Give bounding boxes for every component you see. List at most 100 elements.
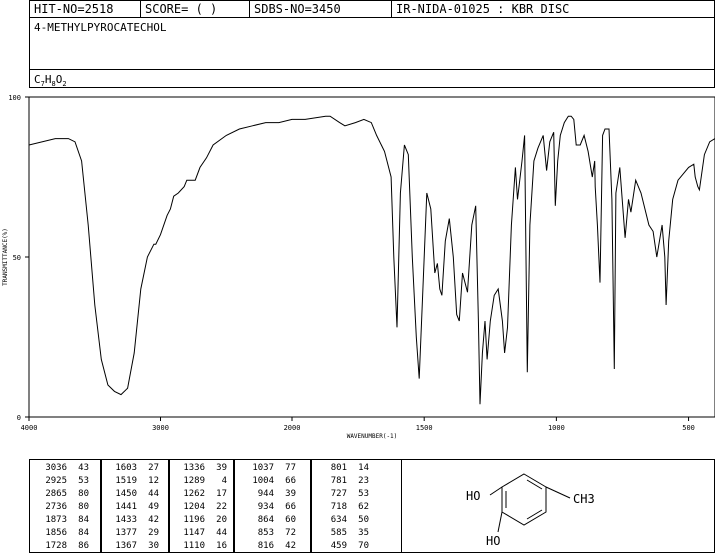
peak-row: 727 53 (317, 488, 369, 501)
peak-column-2: 1603 27 1519 12 1450 44 1441 49 1433 42 1377 29 1367… (107, 462, 159, 553)
peak-wavenumber: 1262 (183, 489, 205, 499)
peak-row: 1110 16 (175, 540, 227, 553)
methyl-label: CH3 (573, 492, 595, 506)
peak-row: 2865 80 (37, 488, 89, 501)
peak-row: 718 62 (317, 501, 369, 514)
peak-row: 585 35 (317, 527, 369, 540)
x-axis-label: WAVENUMBER(-1) (347, 433, 398, 440)
peak-row: 853 72 (244, 527, 296, 540)
peak-wavenumber: 459 (330, 541, 347, 551)
peak-column-4: 1037 77 1004 66 944 39 934 66 864 60 853 72 816 42 (244, 462, 296, 553)
methyl-bond (545, 486, 571, 499)
peak-transmittance: 43 (78, 463, 89, 473)
peak-transmittance: 77 (285, 463, 296, 473)
peak-row: 1433 42 (107, 514, 159, 527)
structure-drawing: HO HO CH3 (466, 473, 595, 548)
peak-transmittance: 70 (358, 541, 369, 551)
peak-row: 816 42 (244, 540, 296, 553)
peak-transmittance: 30 (148, 541, 159, 551)
peak-transmittance: 44 (216, 528, 227, 538)
peak-transmittance: 35 (358, 528, 369, 538)
peak-row: 944 39 (244, 488, 296, 501)
y-axis-ticks: 0 50 100 (8, 94, 29, 422)
peak-table-divider-4 (310, 459, 312, 553)
peak-transmittance: 84 (78, 528, 89, 538)
hydroxyl-label-2: HO (486, 534, 500, 548)
peak-wavenumber: 781 (330, 476, 347, 486)
structure-box: HO HO CH3 (401, 459, 715, 553)
peak-wavenumber: 1196 (183, 515, 205, 525)
peak-transmittance: 39 (216, 463, 227, 473)
peak-row: 1728 86 (37, 540, 89, 553)
peak-table-divider-1 (100, 459, 102, 553)
peak-wavenumber: 634 (330, 515, 347, 525)
peak-transmittance: 80 (78, 489, 89, 499)
peak-wavenumber: 816 (257, 541, 274, 551)
peak-row: 1441 49 (107, 501, 159, 514)
ring-double-bond-1 (526, 479, 543, 490)
peak-transmittance: 60 (285, 515, 296, 525)
peak-wavenumber: 864 (257, 515, 274, 525)
peak-transmittance: 39 (285, 489, 296, 499)
peak-row: 1519 12 (107, 475, 159, 488)
peak-row: 801 14 (317, 462, 369, 475)
peak-column-1: 3036 43 2925 53 2865 80 2736 80 1873 84 1856 84 1728… (37, 462, 89, 553)
peak-wavenumber: 1441 (115, 502, 137, 512)
peak-transmittance: 62 (358, 502, 369, 512)
peak-wavenumber: 1856 (45, 528, 67, 538)
peak-wavenumber: 1110 (183, 541, 205, 551)
peak-wavenumber: 1728 (45, 541, 67, 551)
peak-transmittance: 49 (148, 502, 159, 512)
peak-wavenumber: 2925 (45, 476, 67, 486)
peak-transmittance: 20 (216, 515, 227, 525)
x-tick-label: 2000 (284, 424, 301, 432)
peak-wavenumber: 585 (330, 528, 347, 538)
peak-wavenumber: 1450 (115, 489, 137, 499)
peak-transmittance: 27 (148, 463, 159, 473)
peak-transmittance: 53 (78, 476, 89, 486)
peak-transmittance: 42 (285, 541, 296, 551)
y-axis-label: TRANSMITTANCE(%) (2, 228, 9, 286)
peak-wavenumber: 727 (330, 489, 347, 499)
peak-wavenumber: 944 (257, 489, 274, 499)
peak-transmittance: 66 (285, 476, 296, 486)
peak-transmittance: 42 (148, 515, 159, 525)
peak-row: 1196 20 (175, 514, 227, 527)
peak-transmittance: 80 (78, 502, 89, 512)
peak-transmittance: 29 (148, 528, 159, 538)
peak-table-divider-3 (233, 459, 235, 553)
peak-wavenumber: 934 (257, 502, 274, 512)
hydroxyl-bond-1 (489, 486, 503, 496)
peak-row: 781 23 (317, 475, 369, 488)
peak-wavenumber: 1367 (115, 541, 137, 551)
peak-column-3: 1336 39 1289 4 1262 17 1204 22 1196 20 1147 44 1110 1… (175, 462, 227, 553)
x-axis-ticks: 4000 3000 2000 1500 1000 500 (21, 417, 695, 432)
y-tick-label: 50 (13, 254, 21, 262)
peak-row: 1204 22 (175, 501, 227, 514)
peak-row: 1873 84 (37, 514, 89, 527)
peak-row: 634 50 (317, 514, 369, 527)
hydroxyl-bond-2 (497, 511, 503, 533)
peak-wavenumber: 3036 (45, 463, 67, 473)
peak-transmittance: 66 (285, 502, 296, 512)
peak-transmittance: 23 (358, 476, 369, 486)
peak-row: 1004 66 (244, 475, 296, 488)
x-tick-label: 500 (682, 424, 695, 432)
y-tick-label: 0 (17, 414, 21, 422)
peak-row: 459 70 (317, 540, 369, 553)
peak-transmittance: 84 (78, 515, 89, 525)
x-tick-label: 4000 (21, 424, 38, 432)
peak-row: 1289 4 (175, 475, 227, 488)
peak-wavenumber: 1037 (252, 463, 274, 473)
peak-row: 1262 17 (175, 488, 227, 501)
peak-wavenumber: 1204 (183, 502, 205, 512)
peak-wavenumber: 1603 (115, 463, 137, 473)
peak-row: 2736 80 (37, 501, 89, 514)
peak-row: 1147 44 (175, 527, 227, 540)
peak-row: 1336 39 (175, 462, 227, 475)
x-tick-label: 1500 (416, 424, 433, 432)
peak-row: 3036 43 (37, 462, 89, 475)
peak-transmittance: 53 (358, 489, 369, 499)
spectrum-line (28, 115, 715, 405)
peak-wavenumber: 718 (330, 502, 347, 512)
